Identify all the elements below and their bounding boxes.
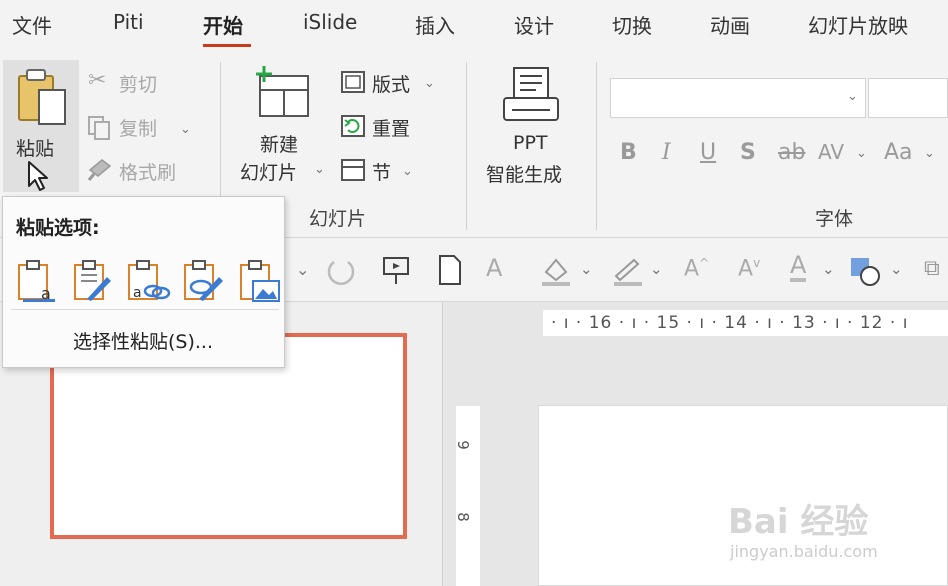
new-slide-button[interactable]: 新建 幻灯片 ⌄: [240, 62, 330, 190]
ppt-gen-label-1: PPT: [513, 132, 548, 154]
scissors-icon: ✂: [88, 68, 107, 93]
presentation-icon[interactable]: [380, 254, 412, 286]
tab-animations[interactable]: 动画: [710, 10, 750, 39]
paste-picture-icon[interactable]: [239, 259, 281, 303]
paste-button[interactable]: 粘贴: [3, 60, 79, 192]
paste-options-popup: 粘贴选项: a a 选择性粘贴(S)...: [2, 196, 285, 368]
tab-design[interactable]: 设计: [514, 10, 554, 39]
chevron-down-icon[interactable]: ⌄: [402, 164, 413, 179]
tab-islide[interactable]: iSlide: [303, 10, 357, 34]
paste-destination-theme-icon[interactable]: a: [17, 259, 57, 303]
format-painter-button[interactable]: 格式刷: [119, 158, 176, 185]
new-slide-label-1: 新建: [260, 134, 299, 156]
copy-icon: [88, 116, 110, 140]
paste-label: 粘贴: [16, 138, 55, 160]
ruler-number: 9: [453, 440, 472, 450]
reset-icon: [341, 115, 365, 137]
active-tab-indicator: [203, 44, 251, 47]
chevron-down-icon[interactable]: ⌄: [822, 260, 835, 278]
tab-piti[interactable]: Piti: [113, 10, 144, 34]
text-effect-icon[interactable]: A: [486, 254, 502, 282]
section-button[interactable]: 节: [372, 158, 391, 185]
vertical-ruler: 9 8: [453, 406, 480, 586]
chevron-down-icon[interactable]: ⌄: [424, 76, 435, 91]
font-group-label: 字体: [815, 208, 854, 230]
document-generator-icon: [503, 67, 559, 121]
layout-icon: [341, 71, 365, 93]
decrease-font-icon[interactable]: Av: [738, 256, 760, 281]
fill-color-icon[interactable]: [538, 254, 574, 288]
paste-format-brush-icon[interactable]: [183, 259, 225, 303]
slides-group-label: 幻灯片: [309, 208, 367, 230]
underline-button[interactable]: U: [700, 140, 716, 165]
tab-slideshow[interactable]: 幻灯片放映: [808, 10, 908, 39]
outline-color-icon[interactable]: [610, 254, 646, 288]
group-separator: [596, 62, 597, 230]
chevron-down-icon[interactable]: ⌄: [580, 260, 593, 278]
chevron-down-icon[interactable]: ⌄: [650, 260, 663, 278]
section-icon: [341, 159, 365, 181]
format-painter-icon: [87, 159, 112, 181]
new-page-icon[interactable]: [436, 254, 464, 286]
ruler-number: 8: [453, 512, 472, 522]
tab-transitions[interactable]: 切换: [612, 10, 652, 39]
tab-file[interactable]: 文件: [12, 10, 52, 39]
font-family-dropdown[interactable]: ⌄: [610, 78, 866, 118]
paste-keep-source-icon[interactable]: [73, 259, 113, 303]
chevron-down-icon[interactable]: ⌄: [890, 260, 903, 278]
horizontal-ruler: · ı · 16 · ı · 15 · ı · 14 · ı · 13 · ı …: [543, 310, 948, 336]
baidu-watermark: Bai 经验: [728, 502, 869, 542]
svg-text:a: a: [133, 285, 142, 301]
paste-embed-icon[interactable]: a: [127, 259, 171, 303]
chevron-down-icon[interactable]: ⌄: [924, 146, 935, 161]
mouse-cursor-icon: [28, 161, 48, 191]
paste-special-menu-item[interactable]: 选择性粘贴(S)...: [73, 327, 213, 354]
shapes-icon[interactable]: [848, 254, 884, 288]
paste-options-title: 粘贴选项:: [16, 217, 100, 239]
menu-bar: 文件 Piti 开始 iSlide 插入 设计 切换 动画 幻灯片放映: [0, 0, 948, 52]
chevron-down-icon[interactable]: ⌄: [180, 122, 191, 137]
strikethrough-button[interactable]: ab: [778, 140, 805, 165]
baidu-watermark-url: jingyan.baidu.com: [730, 542, 878, 561]
increase-font-icon[interactable]: A^: [684, 256, 709, 281]
chevron-down-icon[interactable]: ⌄: [296, 260, 309, 279]
reset-button[interactable]: 重置: [372, 114, 410, 141]
chevron-down-icon: ⌄: [847, 89, 858, 104]
redo-icon[interactable]: [324, 254, 358, 288]
new-slide-label-2: 幻灯片: [240, 162, 298, 184]
font-color-icon[interactable]: A: [790, 252, 807, 282]
italic-button[interactable]: I: [662, 140, 671, 165]
group-separator: [466, 62, 467, 230]
ppt-smart-generate-button[interactable]: PPT 智能生成: [482, 62, 582, 192]
chevron-down-icon: ⌄: [314, 162, 325, 177]
cut-button[interactable]: 剪切: [119, 70, 157, 97]
new-slide-icon: [256, 66, 309, 117]
bold-button[interactable]: B: [620, 140, 637, 165]
shadow-button[interactable]: S: [740, 140, 756, 165]
copy-button[interactable]: 复制: [119, 114, 157, 141]
chevron-down-icon[interactable]: ⌄: [856, 146, 867, 161]
popup-divider: [11, 309, 279, 310]
arrange-icon[interactable]: ⧉: [924, 256, 940, 281]
ppt-gen-label-2: 智能生成: [486, 164, 563, 186]
tab-insert[interactable]: 插入: [415, 10, 455, 39]
font-size-dropdown[interactable]: [868, 78, 948, 118]
layout-button[interactable]: 版式: [372, 70, 410, 97]
clipboard-icon: [18, 69, 66, 125]
char-spacing-button[interactable]: AV: [818, 140, 844, 164]
tab-home[interactable]: 开始: [203, 10, 243, 39]
change-case-button[interactable]: Aa: [884, 140, 913, 165]
